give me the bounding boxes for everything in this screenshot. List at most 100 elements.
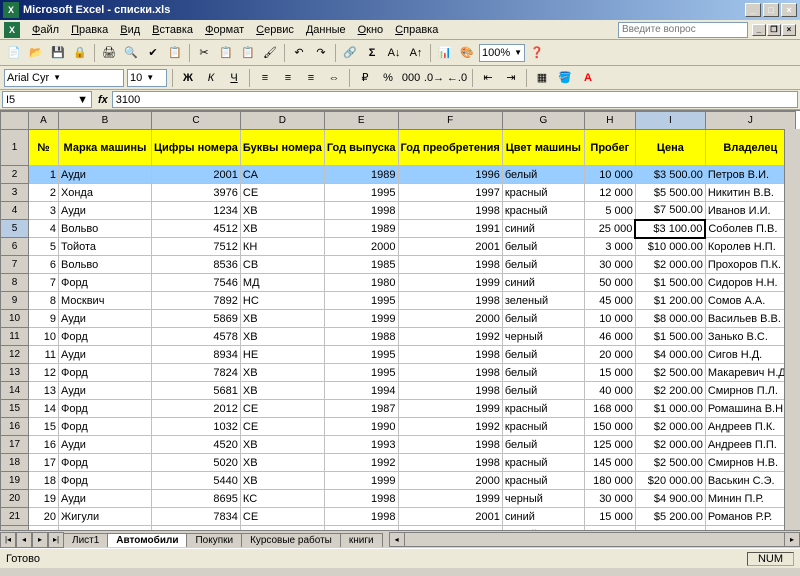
cell[interactable]: ХВ: [240, 472, 324, 490]
align-center-button[interactable]: ≡: [278, 68, 298, 88]
header-cell[interactable]: Пробег: [584, 130, 635, 166]
cell[interactable]: 5020: [152, 454, 241, 472]
cell[interactable]: $2 200.00: [635, 382, 705, 400]
cell[interactable]: Ауди: [59, 436, 152, 454]
cell[interactable]: 14: [29, 400, 59, 418]
tab-nav-first[interactable]: |◂: [0, 532, 16, 548]
cell[interactable]: 15: [29, 418, 59, 436]
cell[interactable]: 180 000: [584, 472, 635, 490]
open-button[interactable]: 📂: [26, 43, 46, 63]
format-painter-button[interactable]: 🖌: [260, 43, 280, 63]
cell[interactable]: Форд: [59, 418, 152, 436]
row-header-12[interactable]: 12: [1, 346, 29, 364]
cell[interactable]: СЕ: [240, 418, 324, 436]
cell[interactable]: $5 200.00: [635, 508, 705, 526]
cell[interactable]: Сидоров Н.Е.: [705, 526, 795, 531]
cell[interactable]: 2001: [398, 508, 502, 526]
cell[interactable]: 18: [29, 472, 59, 490]
maximize-button[interactable]: □: [763, 3, 779, 17]
font-size-combo[interactable]: 10▼: [127, 69, 167, 87]
cell[interactable]: Ауди: [59, 166, 152, 184]
cell[interactable]: белый: [502, 256, 584, 274]
cell[interactable]: 1999: [398, 490, 502, 508]
minimize-button[interactable]: _: [745, 3, 761, 17]
cell[interactable]: 5869: [152, 310, 241, 328]
cell[interactable]: $2 500.00: [635, 454, 705, 472]
horizontal-scrollbar[interactable]: ◂▸: [389, 532, 800, 547]
row-header-7[interactable]: 7: [1, 256, 29, 274]
cell[interactable]: ХВ: [240, 364, 324, 382]
menu-Сервис[interactable]: Сервис: [250, 22, 300, 38]
cell[interactable]: МД: [240, 274, 324, 292]
cell[interactable]: 1992: [398, 418, 502, 436]
cell[interactable]: Москвич: [59, 292, 152, 310]
cell[interactable]: 1999: [398, 400, 502, 418]
cell[interactable]: 10 000: [584, 526, 635, 531]
cell[interactable]: белый: [502, 238, 584, 256]
cell[interactable]: $1 200.00: [635, 292, 705, 310]
cell[interactable]: 30 000: [584, 256, 635, 274]
header-cell[interactable]: Буквы номера: [240, 130, 324, 166]
cell[interactable]: 7546: [152, 274, 241, 292]
sheet-tab-книги[interactable]: книги: [340, 533, 383, 547]
select-all[interactable]: [1, 112, 29, 130]
cell[interactable]: Жигули: [59, 508, 152, 526]
cell[interactable]: 1998: [398, 202, 502, 220]
cell[interactable]: $2 000.00: [635, 256, 705, 274]
cell[interactable]: 1992: [324, 454, 398, 472]
header-cell[interactable]: Год выпуска: [324, 130, 398, 166]
cell[interactable]: $4 000.00: [635, 346, 705, 364]
increase-decimal-button[interactable]: .0→: [424, 68, 444, 88]
sort-asc-button[interactable]: A↓: [384, 43, 404, 63]
cell[interactable]: 1998: [324, 508, 398, 526]
cell[interactable]: 2000: [324, 238, 398, 256]
cell[interactable]: 1995: [324, 184, 398, 202]
cell[interactable]: Ауди: [59, 202, 152, 220]
cell[interactable]: $20 000.00: [635, 472, 705, 490]
merge-center-button[interactable]: ⇔: [324, 68, 344, 88]
cell[interactable]: $7 500.00: [635, 202, 705, 220]
cell[interactable]: 1985: [324, 256, 398, 274]
cell[interactable]: СЕ: [240, 508, 324, 526]
tab-nav-prev[interactable]: ◂: [16, 532, 32, 548]
cell[interactable]: ХВ: [240, 220, 324, 238]
cell[interactable]: Сомов А.А.: [705, 292, 795, 310]
vertical-scrollbar[interactable]: [784, 129, 800, 530]
cell[interactable]: Форд: [59, 472, 152, 490]
cell[interactable]: НС: [240, 292, 324, 310]
col-header-F[interactable]: F: [398, 112, 502, 130]
cell[interactable]: Никитин В.В.: [705, 184, 795, 202]
cell[interactable]: 7: [29, 274, 59, 292]
header-cell[interactable]: Цена: [635, 130, 705, 166]
cell[interactable]: 1995: [324, 346, 398, 364]
cell[interactable]: 2: [29, 184, 59, 202]
cell[interactable]: Хонда: [59, 184, 152, 202]
close-button[interactable]: ×: [781, 3, 797, 17]
row-header-18[interactable]: 18: [1, 454, 29, 472]
new-button[interactable]: 📄: [4, 43, 24, 63]
cell[interactable]: 1999: [324, 310, 398, 328]
cell[interactable]: 50 000: [584, 274, 635, 292]
cell[interactable]: 7834: [152, 508, 241, 526]
ask-question-box[interactable]: [618, 22, 748, 38]
cell[interactable]: 12 000: [584, 184, 635, 202]
font-name-combo[interactable]: Arial Cyr▼: [4, 69, 124, 87]
header-cell[interactable]: Владелец: [705, 130, 795, 166]
cell[interactable]: красный: [502, 454, 584, 472]
decrease-indent-button[interactable]: ⇤: [478, 68, 498, 88]
cell[interactable]: $4 900.00: [635, 490, 705, 508]
cell[interactable]: 1234: [152, 202, 241, 220]
cell[interactable]: белый: [502, 436, 584, 454]
cell[interactable]: ХВ: [240, 328, 324, 346]
row-header-2[interactable]: 2: [1, 166, 29, 184]
row-header-8[interactable]: 8: [1, 274, 29, 292]
cell[interactable]: 1993: [324, 436, 398, 454]
cell[interactable]: 16: [29, 436, 59, 454]
cell[interactable]: 1998: [398, 436, 502, 454]
cell[interactable]: 5681: [152, 382, 241, 400]
cell[interactable]: Вольво: [59, 256, 152, 274]
cell[interactable]: белый: [502, 364, 584, 382]
cell[interactable]: Занько В.С.: [705, 328, 795, 346]
cell[interactable]: 8695: [152, 490, 241, 508]
sheet-tab-Лист1[interactable]: Лист1: [63, 533, 108, 547]
